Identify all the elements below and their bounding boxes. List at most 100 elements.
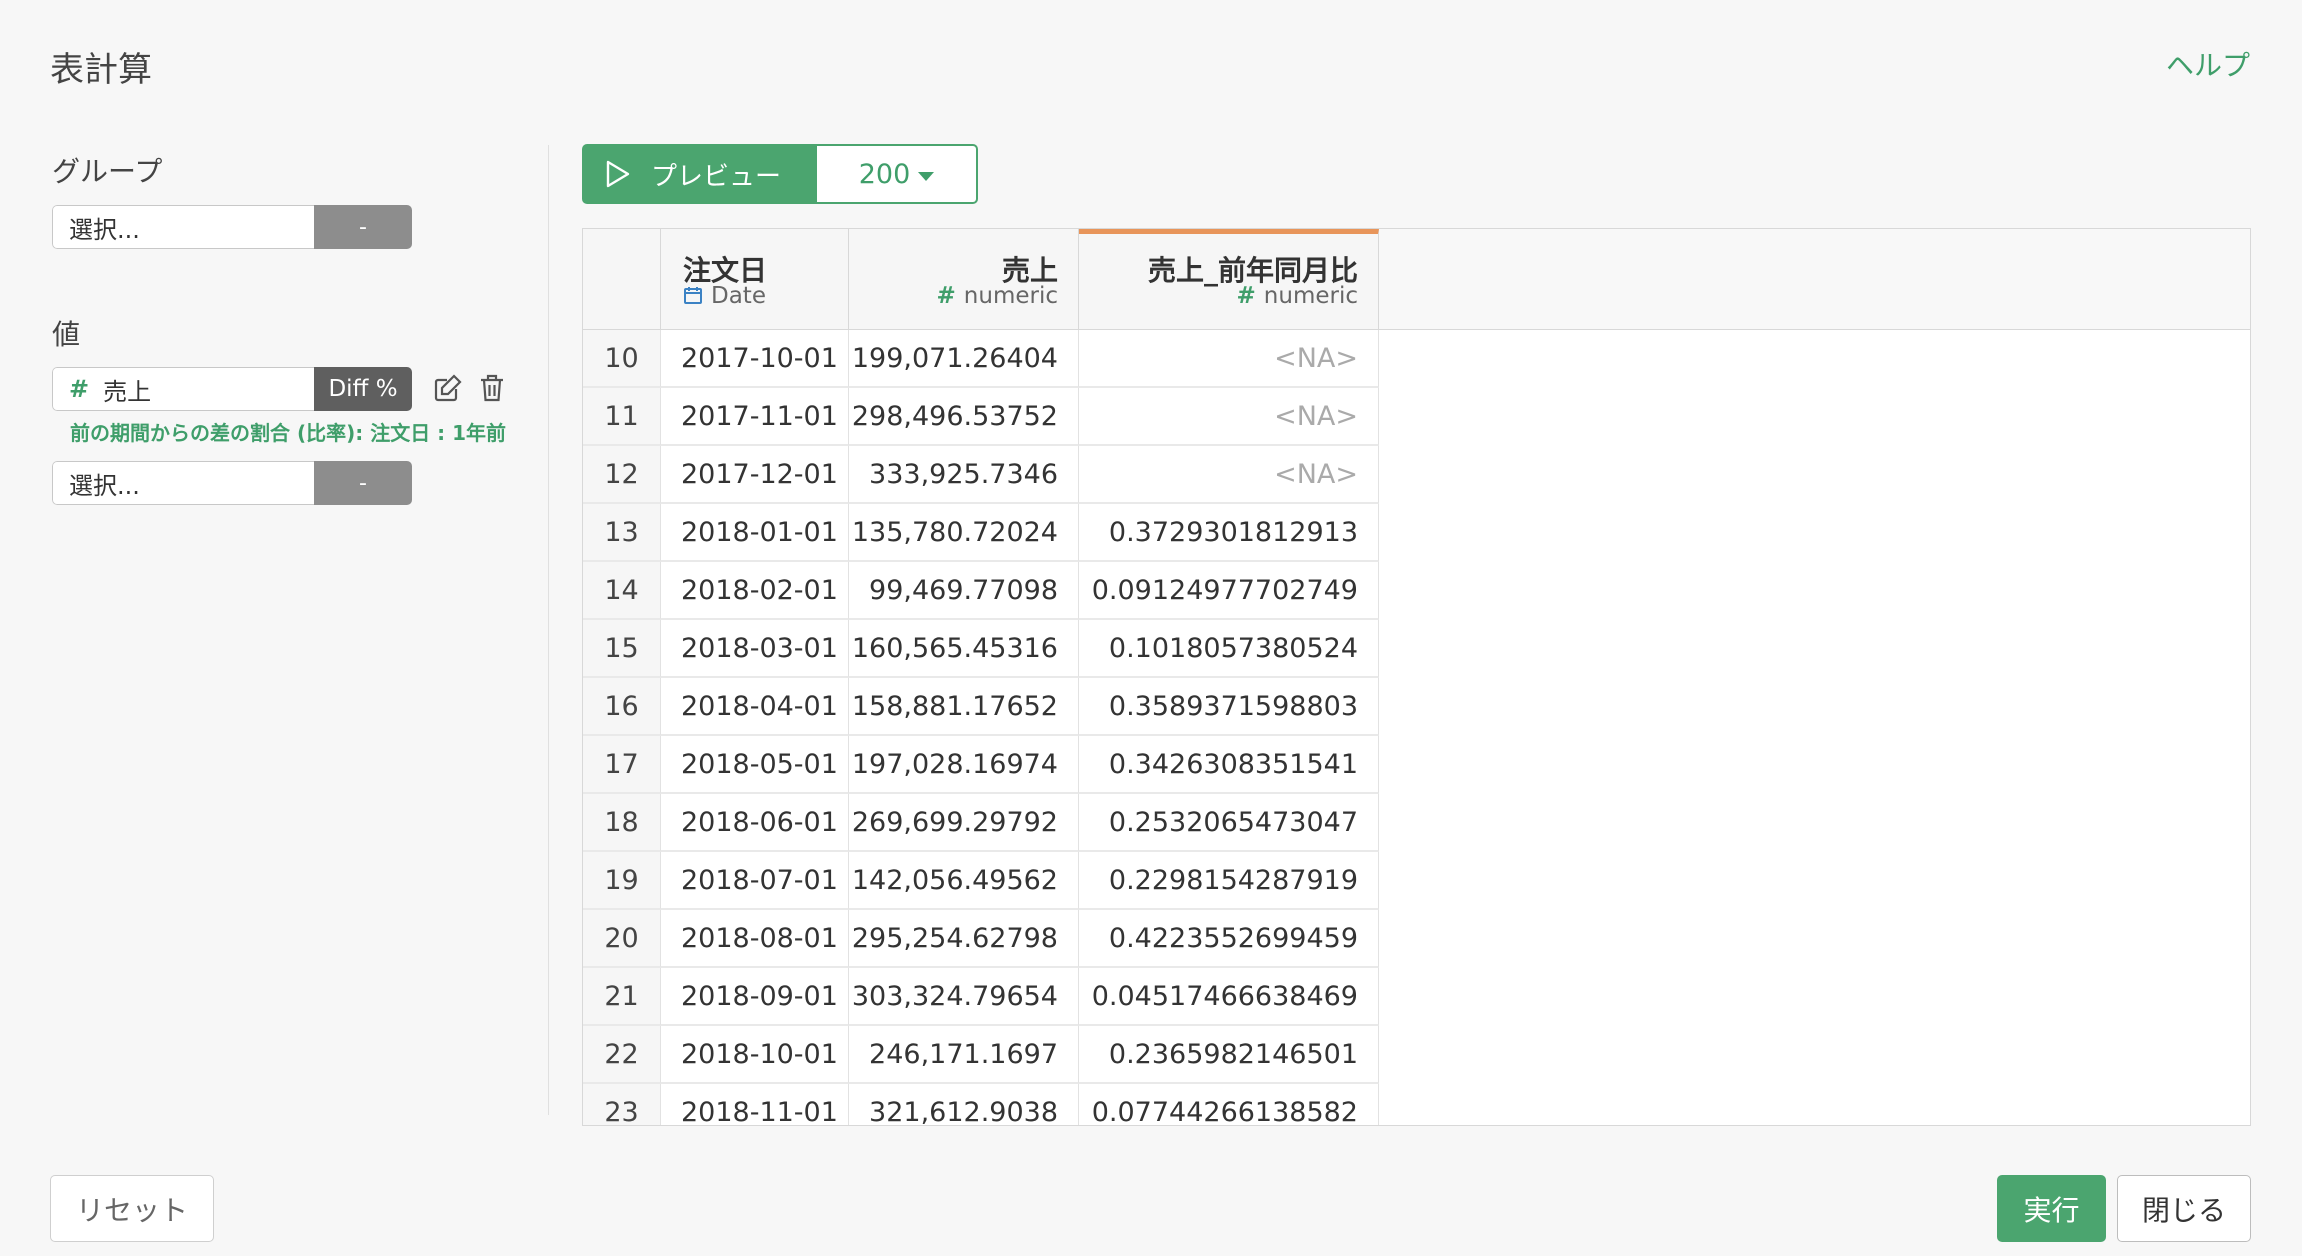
- column-type-label: Date: [711, 283, 766, 309]
- panel-divider: [548, 145, 549, 1115]
- preview-toolbar: プレビュー 200: [582, 144, 978, 204]
- cell-date: 2018-09-01: [661, 968, 849, 1026]
- cell-date: 2018-01-01: [661, 504, 849, 562]
- row-number: 13: [583, 504, 661, 562]
- preview-button[interactable]: プレビュー: [582, 144, 817, 204]
- calendar-icon: [684, 287, 702, 304]
- value-add-remove-button[interactable]: -: [314, 461, 412, 505]
- preview-label: プレビュー: [651, 161, 782, 192]
- value-label: 値: [52, 318, 81, 351]
- column-type: # numeric: [937, 283, 1058, 309]
- column-header-sales[interactable]: 売上 # numeric: [849, 229, 1079, 329]
- rownum-header: [583, 229, 661, 329]
- cell-sales-yoy: <NA>: [1079, 330, 1379, 388]
- cell-sales-yoy: 0.09124977702749: [1079, 562, 1379, 620]
- row-number: 15: [583, 620, 661, 678]
- cell-sales: 197,028.16974: [849, 736, 1079, 794]
- cell-date: 2018-02-01: [661, 562, 849, 620]
- table-header: 注文日 Date 売上 # numeric 売上_前年同月比 # numeric: [583, 229, 2250, 330]
- cell-sales: 269,699.29792: [849, 794, 1079, 852]
- row-number: 21: [583, 968, 661, 1026]
- cell-date: 2018-10-01: [661, 1026, 849, 1084]
- cell-date: 2018-03-01: [661, 620, 849, 678]
- row-number: 22: [583, 1026, 661, 1084]
- value-select-row: # 売上 Diff %: [52, 367, 412, 411]
- value-description: 前の期間からの差の割合 (比率): 注文日 : 1年前: [70, 421, 507, 445]
- cell-sales: 298,496.53752: [849, 388, 1079, 446]
- cell-sales: 135,780.72024: [849, 504, 1079, 562]
- row-count-value: 200: [858, 158, 911, 190]
- numeric-type-icon: #: [1236, 283, 1256, 309]
- row-number: 16: [583, 678, 661, 736]
- reset-button[interactable]: リセット: [50, 1175, 214, 1242]
- chevron-down-icon: [918, 171, 935, 181]
- column-type: # numeric: [1237, 283, 1358, 309]
- group-select[interactable]: 選択...: [52, 205, 314, 249]
- group-label: グループ: [52, 155, 163, 188]
- cell-sales-yoy: 0.2298154287919: [1079, 852, 1379, 910]
- cell-date: 2017-12-01: [661, 446, 849, 504]
- cell-sales: 160,565.45316: [849, 620, 1079, 678]
- row-number: 11: [583, 388, 661, 446]
- cell-sales-yoy: 0.1018057380524: [1079, 620, 1379, 678]
- cell-sales-yoy: 0.3589371598803: [1079, 678, 1379, 736]
- cell-date: 2018-08-01: [661, 910, 849, 968]
- close-button[interactable]: 閉じる: [2117, 1175, 2251, 1242]
- group-select-row: 選択... -: [52, 205, 412, 249]
- numeric-type-icon: #: [69, 375, 90, 403]
- cell-date: 2017-11-01: [661, 388, 849, 446]
- row-number: 18: [583, 794, 661, 852]
- cell-sales: 199,071.26404: [849, 330, 1079, 388]
- cell-sales-yoy: 0.4223552699459: [1079, 910, 1379, 968]
- cell-sales: 333,925.7346: [849, 446, 1079, 504]
- cell-sales-yoy: <NA>: [1079, 446, 1379, 504]
- cell-date: 2018-11-01: [661, 1084, 849, 1125]
- numeric-type-icon: #: [936, 283, 956, 309]
- cell-date: 2017-10-01: [661, 330, 849, 388]
- preview-table: 注文日 Date 売上 # numeric 売上_前年同月比 # numeric 1…: [582, 228, 2251, 1126]
- cell-date: 2018-05-01: [661, 736, 849, 794]
- cell-sales-yoy: 0.3426308351541: [1079, 736, 1379, 794]
- column-type-label: numeric: [963, 283, 1058, 309]
- row-number: 20: [583, 910, 661, 968]
- column-type-label: numeric: [1263, 283, 1358, 309]
- help-link[interactable]: ヘルプ: [2166, 44, 2250, 84]
- cell-sales: 295,254.62798: [849, 910, 1079, 968]
- table-calculation-dialog: 表計算 ヘルプ グループ 選択... - 値 # 売上 Diff % 前の期間か…: [0, 0, 2302, 1256]
- cell-sales: 142,056.49562: [849, 852, 1079, 910]
- value-select[interactable]: # 売上: [52, 367, 314, 411]
- cell-sales: 99,469.77098: [849, 562, 1079, 620]
- edit-icon[interactable]: [430, 370, 466, 406]
- run-button[interactable]: 実行: [1997, 1175, 2106, 1242]
- play-icon: [606, 160, 630, 188]
- value-add-select-row: 選択... -: [52, 461, 412, 505]
- row-number: 12: [583, 446, 661, 504]
- page-title: 表計算: [50, 50, 152, 90]
- cell-date: 2018-06-01: [661, 794, 849, 852]
- cell-sales-yoy: 0.3729301812913: [1079, 504, 1379, 562]
- cell-sales-yoy: 0.2365982146501: [1079, 1026, 1379, 1084]
- cell-sales: 321,612.9038: [849, 1084, 1079, 1125]
- cell-sales-yoy: <NA>: [1079, 388, 1379, 446]
- value-column-name: 売上: [103, 377, 152, 406]
- cell-sales: 158,881.17652: [849, 678, 1079, 736]
- value-add-select[interactable]: 選択...: [52, 461, 314, 505]
- row-number: 14: [583, 562, 661, 620]
- trash-icon[interactable]: [474, 370, 510, 406]
- cell-sales-yoy: 0.07744266138582: [1079, 1084, 1379, 1125]
- cell-date: 2018-04-01: [661, 678, 849, 736]
- cell-sales: 246,171.1697: [849, 1026, 1079, 1084]
- cell-sales-yoy: 0.04517466638469: [1079, 968, 1379, 1026]
- row-count-dropdown[interactable]: 200: [817, 144, 978, 204]
- cell-sales-yoy: 0.2532065473047: [1079, 794, 1379, 852]
- column-type: Date: [683, 283, 766, 309]
- row-number: 10: [583, 330, 661, 388]
- cell-sales: 303,324.79654: [849, 968, 1079, 1026]
- group-remove-button[interactable]: -: [314, 205, 412, 249]
- column-header-date[interactable]: 注文日 Date: [661, 229, 849, 329]
- calc-type-button[interactable]: Diff %: [314, 367, 412, 411]
- column-header-sales-yoy[interactable]: 売上_前年同月比 # numeric: [1079, 229, 1379, 329]
- cell-date: 2018-07-01: [661, 852, 849, 910]
- row-number: 17: [583, 736, 661, 794]
- row-number: 19: [583, 852, 661, 910]
